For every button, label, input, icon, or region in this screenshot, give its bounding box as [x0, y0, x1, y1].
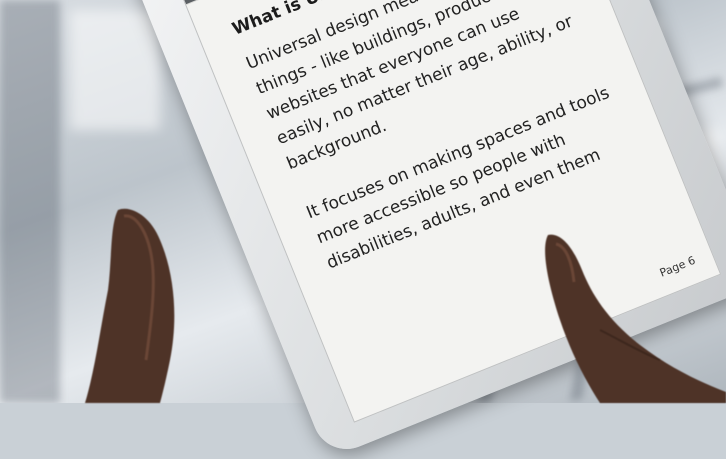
right-hand	[545, 234, 726, 403]
